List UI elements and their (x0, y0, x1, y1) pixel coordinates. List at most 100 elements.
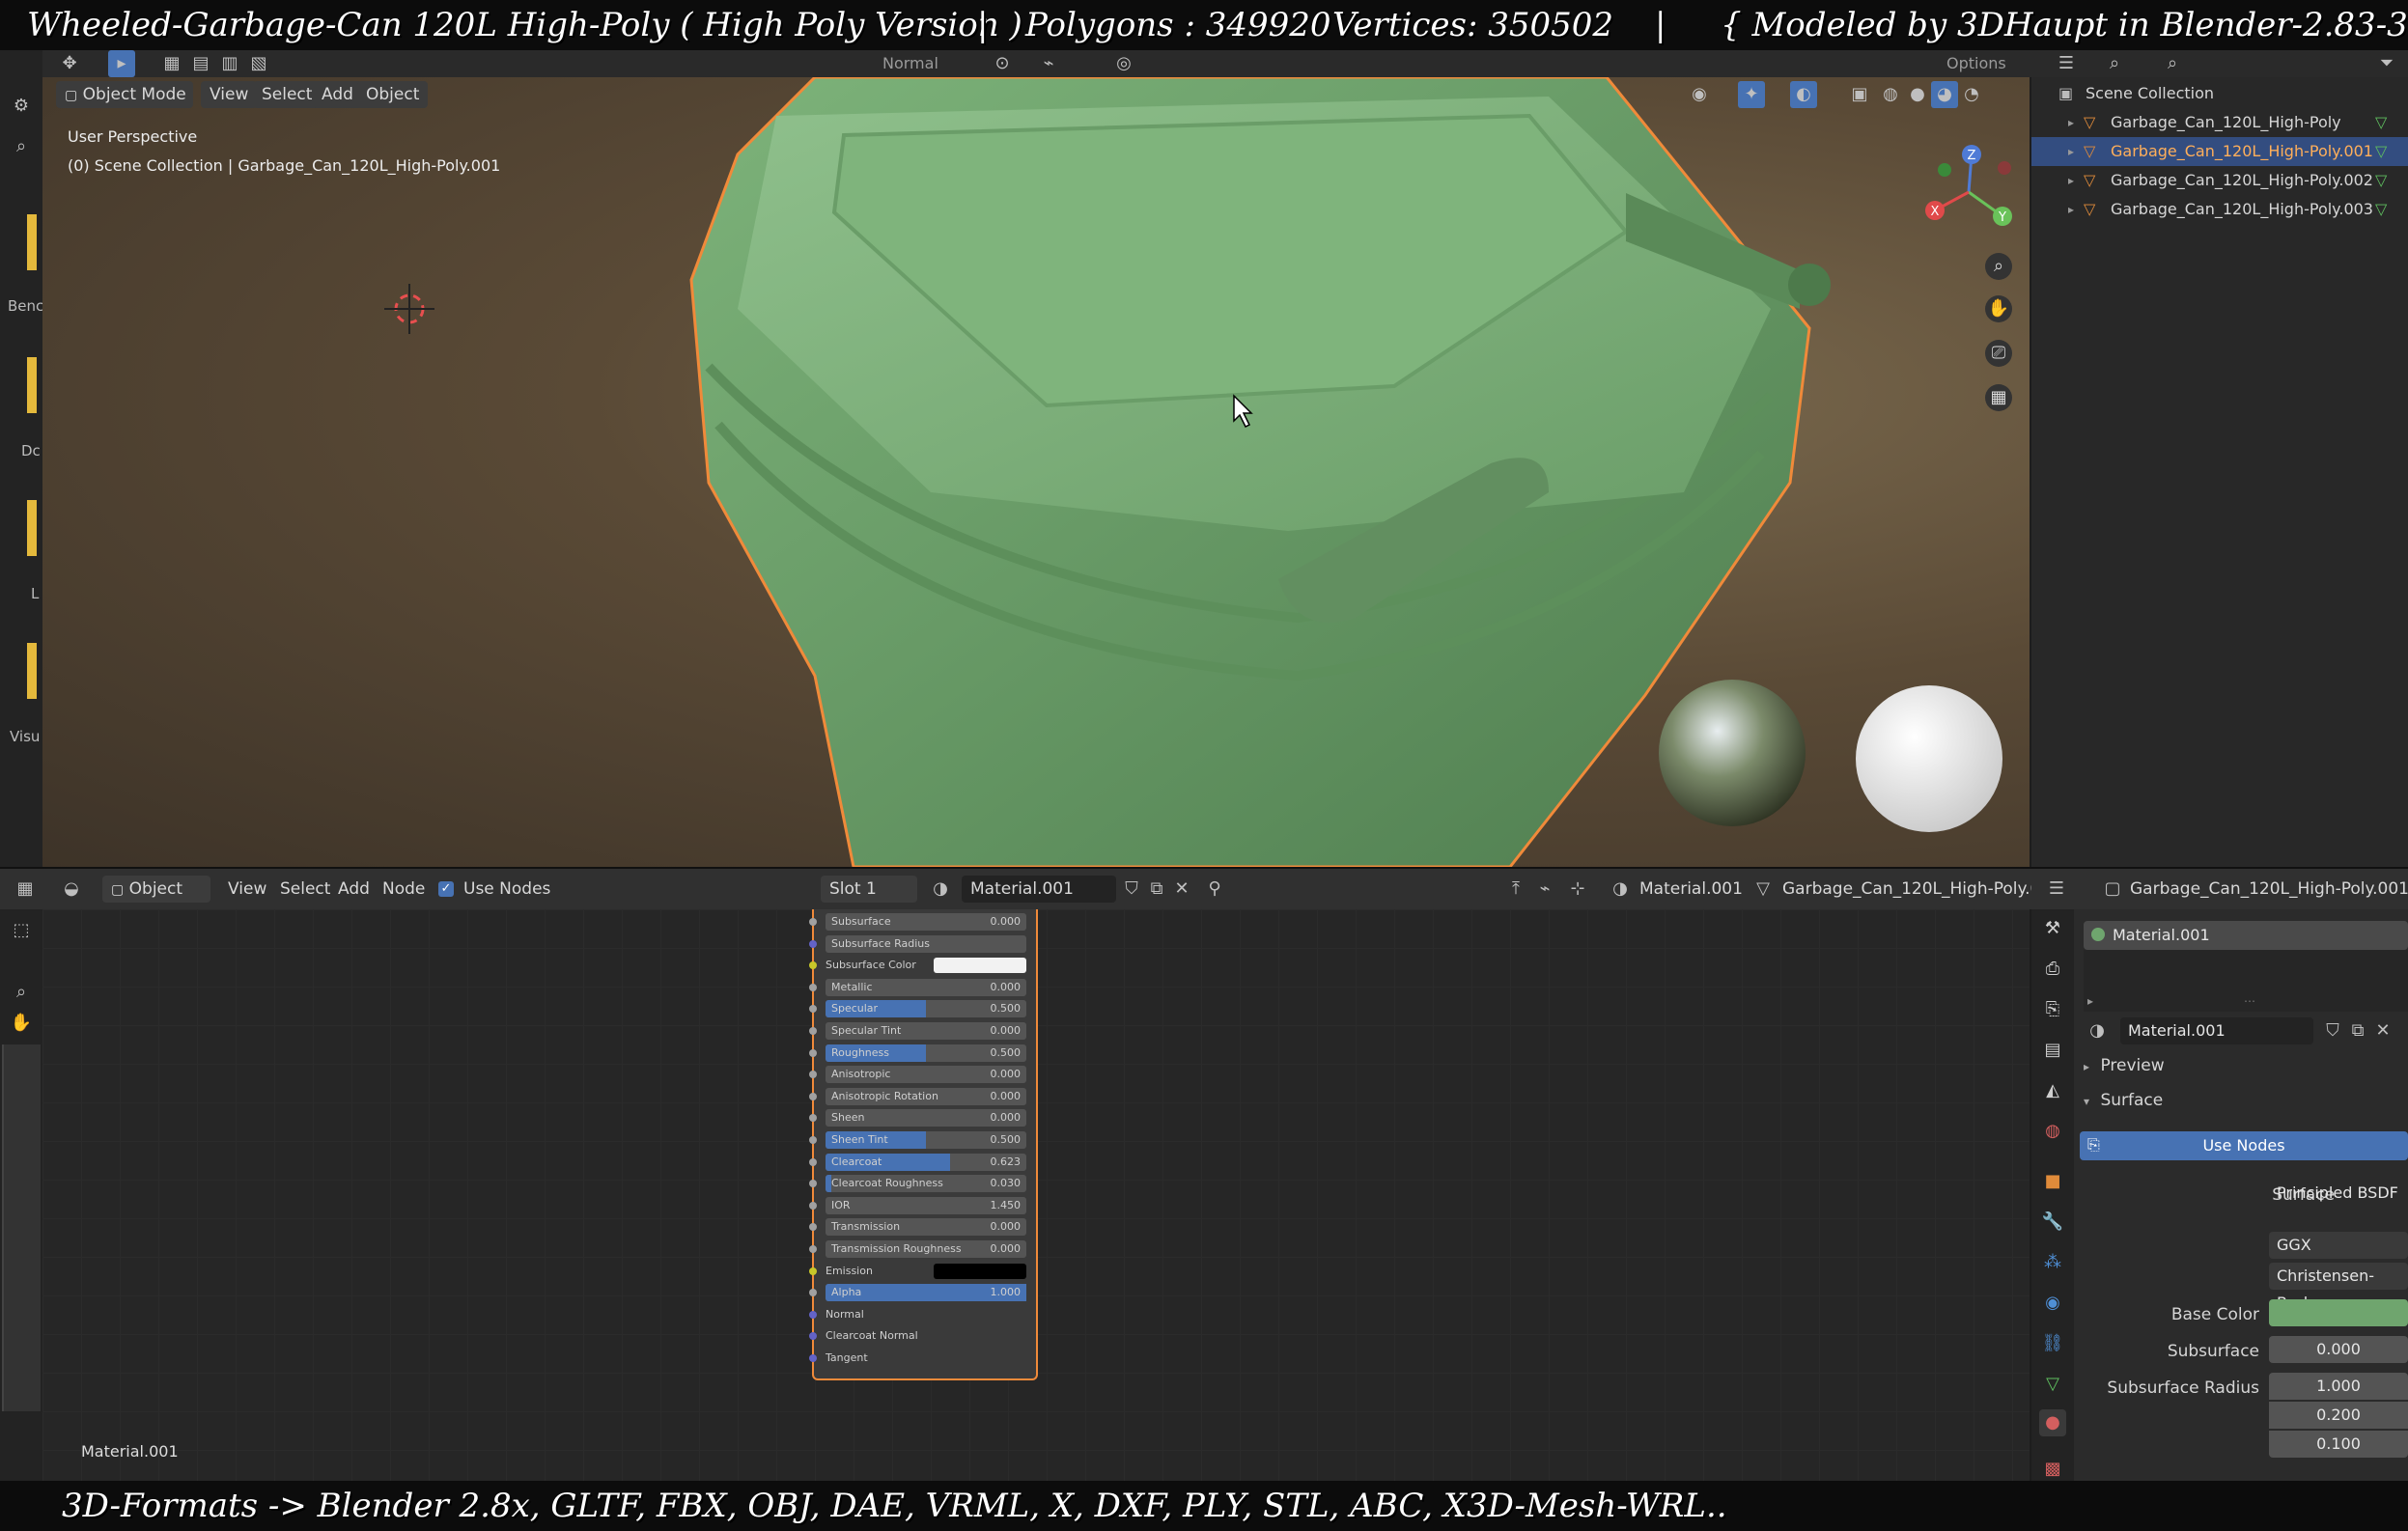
surface-shader-field[interactable]: Principled BSDF (2269, 1180, 2408, 1207)
pivot-icon[interactable]: ⊙ (989, 50, 1016, 77)
socket-dot[interactable] (809, 1071, 817, 1079)
node-socket-row[interactable]: Sheen Tint 0.500 (809, 1129, 1036, 1151)
node-field[interactable]: Specular 0.500 (826, 1000, 1026, 1018)
socket-dot[interactable] (809, 1267, 817, 1275)
outliner-item[interactable]: ▸ ▽ Garbage_Can_120L_High-Poly.001 ▽ (2031, 137, 2408, 166)
preview-panel-header[interactable]: ▸ Preview (2084, 1056, 2165, 1075)
3d-viewport[interactable]: ▢ Object Mode View Select Add Object Use… (42, 77, 2030, 867)
distribution-dropdown[interactable]: GGX (2269, 1232, 2408, 1259)
orientation-dropdown[interactable]: Normal (882, 50, 938, 77)
node-socket-row[interactable]: Specular 0.500 (809, 998, 1036, 1019)
socket-dot[interactable] (809, 1027, 817, 1035)
socket-dot[interactable] (809, 1092, 817, 1100)
solid-shading-icon[interactable]: ● (1904, 81, 1931, 108)
xray-icon[interactable]: ▣ (1846, 81, 1873, 108)
output-tab-icon[interactable]: ⎘ (2039, 996, 2066, 1023)
node-color-swatch[interactable] (934, 958, 1026, 974)
slot-dropdown[interactable]: Slot 1 (821, 876, 917, 903)
expand-arrow-icon[interactable]: ▸ (2068, 166, 2074, 195)
node-socket-row[interactable]: Alpha 1.000 (809, 1282, 1036, 1303)
select-box-icon[interactable]: ▦ (158, 50, 185, 77)
outliner-scene-collection[interactable]: ▣ Scene Collection (2031, 79, 2408, 108)
node-field[interactable]: Anisotropic 0.000 (826, 1066, 1026, 1084)
node-color-swatch[interactable] (934, 1263, 1026, 1279)
expand-arrow-icon[interactable]: ▸ (2068, 195, 2074, 224)
object-menu[interactable]: Object (357, 81, 429, 108)
wireframe-shading-icon[interactable]: ◍ (1877, 81, 1904, 108)
bookmark-icon[interactable] (27, 214, 37, 270)
node-field[interactable]: Alpha 1.000 (826, 1284, 1026, 1302)
fake-user-icon[interactable]: ⛉ (1118, 876, 1145, 903)
socket-dot[interactable] (809, 1201, 817, 1210)
socket-dot[interactable] (809, 1223, 817, 1232)
socket-dot[interactable] (809, 1245, 817, 1253)
node-editor[interactable]: Subsurface 0.000 Subsurface Radius Subsurfa… (42, 909, 2030, 1500)
add-menu[interactable]: Add (338, 876, 370, 903)
subsurface-radius-x[interactable]: 1.000 (2269, 1373, 2408, 1400)
node-socket-row[interactable]: Clearcoat Roughness 0.030 (809, 1173, 1036, 1194)
node-field[interactable]: Specular Tint 0.000 (826, 1022, 1026, 1040)
node-field[interactable]: IOR 1.450 (826, 1196, 1026, 1214)
object-tab-icon[interactable]: ■ (2039, 1168, 2066, 1195)
select-menu[interactable]: Select (253, 81, 322, 108)
node-field[interactable]: Clearcoat 0.623 (826, 1153, 1026, 1171)
snap-icon[interactable]: ⌁ (1531, 876, 1558, 903)
proportional-icon[interactable]: ◎ (1110, 50, 1137, 77)
tool-tab-icon[interactable]: ⚒ (2039, 915, 2066, 942)
tweak-tool-icon[interactable]: ⬚ (8, 917, 35, 944)
gizmo-toggle-icon[interactable]: ✦ (1738, 81, 1765, 108)
render-tab-icon[interactable]: ⎙ (2039, 956, 2066, 983)
funnel-icon[interactable]: ⏷ (2373, 50, 2400, 77)
node-socket-row[interactable]: Specular Tint 0.000 (809, 1020, 1036, 1042)
fake-user-icon[interactable]: ⛉ (2319, 1017, 2346, 1044)
socket-dot[interactable] (809, 1310, 817, 1319)
bookmark-icon[interactable] (27, 643, 37, 699)
subsurface-method-dropdown[interactable]: Christensen-Burley (2269, 1263, 2408, 1312)
object-mode-dropdown[interactable]: ▢ Object Mode (56, 81, 193, 108)
constraints-tab-icon[interactable]: ⛓ (2039, 1330, 2066, 1357)
texture-tab-icon[interactable]: ▩ (2039, 1456, 2066, 1483)
material-browse-icon[interactable]: ◑ (2084, 1017, 2111, 1044)
node-field[interactable]: Subsurface 0.000 (826, 913, 1026, 931)
scene-tab-icon[interactable]: ◭ (2039, 1077, 2066, 1104)
add-menu[interactable]: Add (313, 81, 362, 108)
socket-dot[interactable] (809, 918, 817, 926)
options-dropdown[interactable]: Options (1946, 50, 2006, 77)
search-icon[interactable]: ⌕ (8, 133, 35, 160)
socket-dot[interactable] (809, 1180, 817, 1188)
socket-dot[interactable] (809, 983, 817, 991)
select-tool-icon[interactable]: ▸ (108, 50, 135, 77)
pan-hand-icon[interactable]: ✋ (8, 1010, 35, 1037)
node-field[interactable]: Subsurface Radius (826, 934, 1026, 953)
node-field[interactable]: Roughness 0.500 (826, 1044, 1026, 1062)
data-tab-icon[interactable]: ▽ (2039, 1371, 2066, 1398)
node-socket-row[interactable]: Clearcoat 0.623 (809, 1152, 1036, 1173)
filter-icon[interactable]: ⌕ (2101, 50, 2128, 77)
socket-dot[interactable] (809, 1332, 817, 1341)
editor-type-icon[interactable]: ✥ (56, 50, 83, 77)
use-nodes-button[interactable]: ⎘ Use Nodes (2080, 1131, 2408, 1160)
bookmark-icon[interactable] (27, 357, 37, 413)
close-icon[interactable]: ✕ (2369, 1017, 2396, 1044)
node-field[interactable]: Clearcoat Roughness 0.030 (826, 1175, 1026, 1193)
parent-node-icon[interactable]: ⤒ (1502, 876, 1529, 903)
pan-hand-icon[interactable]: ✋ (1985, 295, 2012, 322)
editor-type-icon[interactable]: ▦ (12, 876, 39, 903)
select-intersect-icon[interactable]: ▧ (245, 50, 272, 77)
node-socket-row[interactable]: Metallic 0.000 (809, 977, 1036, 998)
socket-dot[interactable] (809, 1157, 817, 1166)
view-layer-tab-icon[interactable]: ▤ (2039, 1037, 2066, 1064)
outliner-item[interactable]: ▸ ▽ Garbage_Can_120L_High-Poly.003 ▽ (2031, 195, 2408, 224)
shader-type-icon[interactable]: ◒ (58, 876, 85, 903)
zoom-icon[interactable]: ⌕ (1985, 253, 2012, 280)
node-socket-row[interactable]: Anisotropic Rotation 0.000 (809, 1086, 1036, 1107)
object-type-dropdown[interactable]: ▢ Object (102, 876, 210, 903)
material-slot-item[interactable]: Material.001 (2084, 921, 2408, 950)
base-color-swatch[interactable] (2269, 1299, 2408, 1326)
subsurface-radius-z[interactable]: 0.100 (2269, 1431, 2408, 1458)
world-tab-icon[interactable]: ◍ (2039, 1118, 2066, 1145)
node-socket-row[interactable]: Sheen 0.000 (809, 1107, 1036, 1128)
socket-dot[interactable] (809, 1114, 817, 1123)
physics-tab-icon[interactable]: ◉ (2039, 1290, 2066, 1317)
node-socket-row[interactable]: Anisotropic 0.000 (809, 1064, 1036, 1085)
